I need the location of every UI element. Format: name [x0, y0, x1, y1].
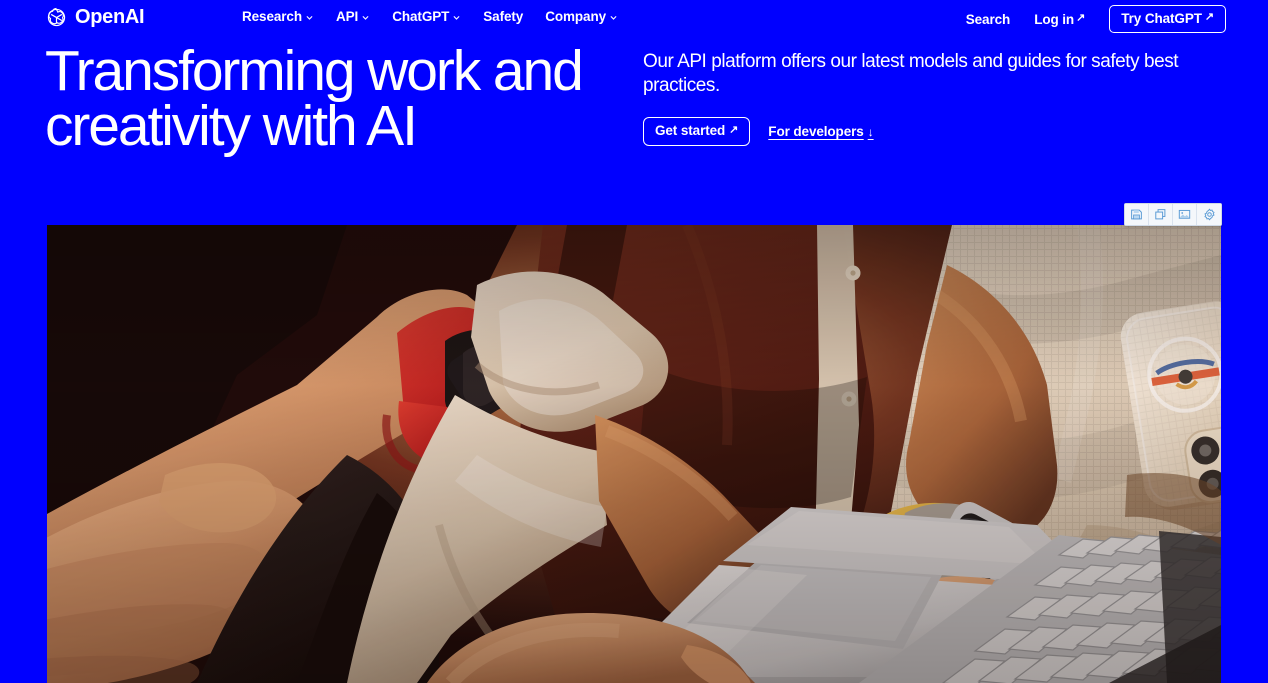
- chevron-down-icon: [306, 15, 313, 20]
- image-button[interactable]: [1173, 204, 1197, 225]
- get-started-label: Get started: [655, 123, 726, 138]
- chevron-down-icon: [610, 15, 617, 20]
- arrow-up-right-icon: ↗: [1204, 11, 1214, 23]
- hero-copy-block: Our API platform offers our latest model…: [643, 50, 1223, 146]
- hero-actions: Get started ↗ For developers ↓: [643, 117, 1223, 146]
- image-icon: [1178, 208, 1191, 221]
- nav-label: Research: [242, 9, 302, 24]
- get-started-button[interactable]: Get started ↗: [643, 117, 751, 146]
- openai-logo-icon: [45, 6, 68, 29]
- settings-button[interactable]: [1197, 204, 1221, 225]
- hero-image: [47, 225, 1221, 683]
- cta-label: Try ChatGPT: [1121, 11, 1202, 26]
- login-label: Log in: [1034, 11, 1075, 27]
- utility-nav: Search Log in ↗ Try ChatGPT ↗: [966, 5, 1226, 33]
- brand-name: OpenAI: [75, 5, 145, 28]
- hero-subtitle: Our API platform offers our latest model…: [643, 51, 1179, 96]
- page-title: Transforming work and creativity with AI: [45, 39, 584, 158]
- copy-button[interactable]: [1149, 204, 1173, 225]
- nav-label: ChatGPT: [392, 9, 450, 24]
- nav-item-chatgpt[interactable]: ChatGPT: [392, 7, 461, 27]
- nav-label: Company: [545, 9, 607, 24]
- brand-logo[interactable]: OpenAI: [45, 5, 145, 29]
- copy-icon: [1154, 208, 1167, 221]
- floating-image-toolbar: [1124, 203, 1222, 226]
- primary-nav: Research API ChatGPT Safety Company: [242, 7, 618, 27]
- openai-landing-page: OpenAI Research API ChatGPT Safety Compa…: [0, 0, 1268, 683]
- for-developers-link[interactable]: For developers ↓: [768, 124, 873, 139]
- arrow-down-icon: ↓: [867, 124, 874, 139]
- nav-item-api[interactable]: API: [336, 7, 370, 27]
- save-button[interactable]: [1125, 204, 1149, 225]
- try-chatgpt-button[interactable]: Try ChatGPT ↗: [1109, 5, 1226, 33]
- login-link[interactable]: Log in ↗: [1034, 12, 1085, 27]
- nav-item-research[interactable]: Research: [242, 7, 314, 27]
- settings-gear-icon: [1203, 208, 1216, 221]
- hero-photo-illustration: [47, 225, 1221, 683]
- for-developers-label: For developers: [768, 124, 864, 139]
- nav-label: API: [336, 9, 359, 24]
- site-header: OpenAI Research API ChatGPT Safety Compa…: [0, 0, 1268, 34]
- chevron-down-icon: [362, 15, 369, 20]
- chevron-down-icon: [453, 15, 460, 20]
- search-button[interactable]: Search: [965, 11, 1011, 27]
- save-icon: [1130, 208, 1143, 221]
- nav-item-safety[interactable]: Safety: [483, 7, 523, 27]
- nav-item-company[interactable]: Company: [545, 7, 618, 27]
- search-label: Search: [965, 11, 1011, 27]
- arrow-up-right-icon: ↗: [729, 123, 739, 136]
- arrow-up-right-icon: ↗: [1076, 11, 1086, 24]
- nav-label: Safety: [483, 9, 524, 24]
